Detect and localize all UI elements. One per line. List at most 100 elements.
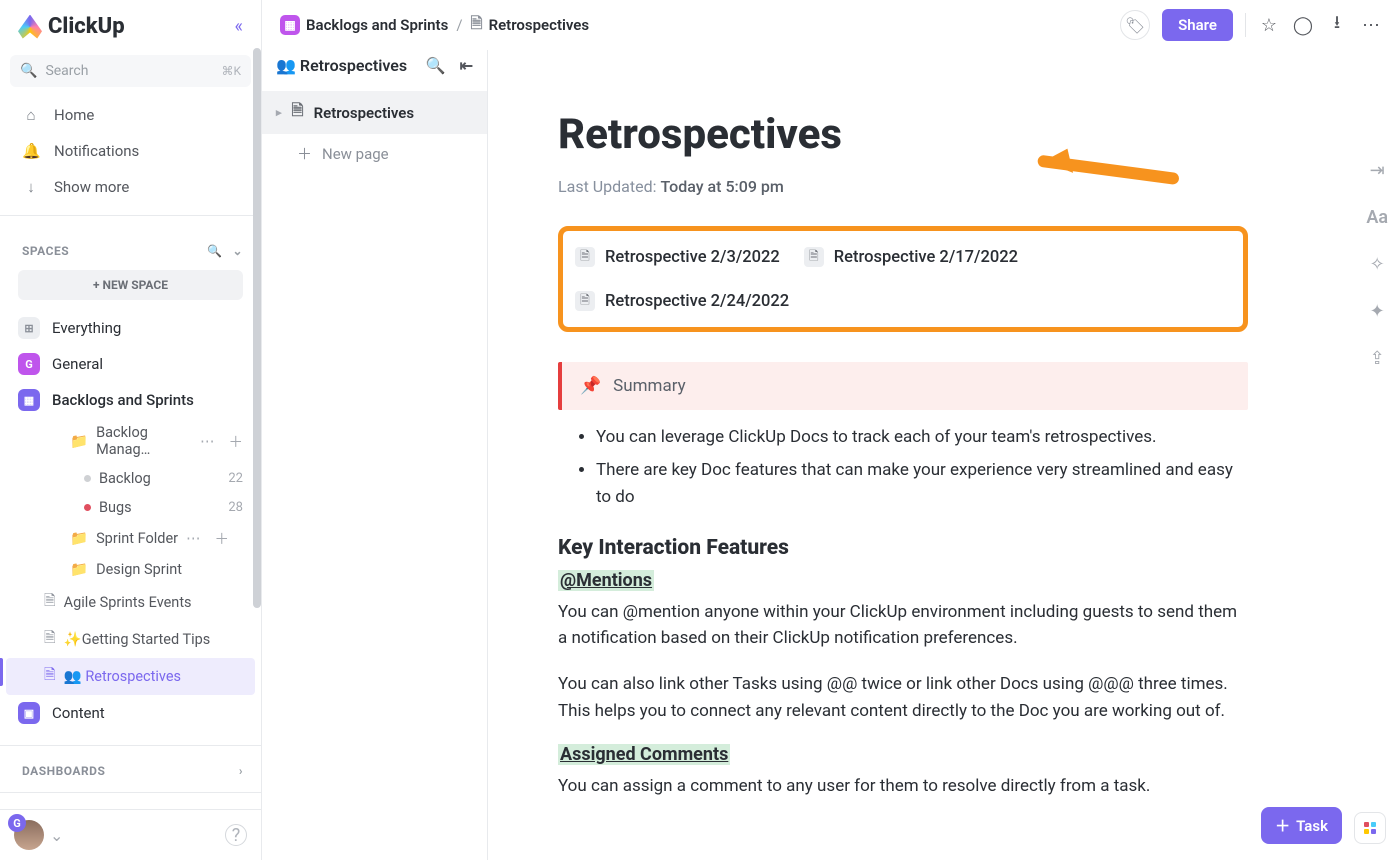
doc-icon: 🗎	[44, 590, 56, 615]
plus-icon: ＋	[297, 143, 312, 164]
breadcrumb-space[interactable]: ▦ Backlogs and Sprints	[280, 15, 448, 35]
tree-design-sprint[interactable]: 📁 Design Sprint	[46, 555, 255, 584]
collapse-sidebar-icon[interactable]: «	[235, 16, 243, 37]
comment-icon[interactable]: ◯	[1292, 15, 1314, 36]
folder-icon: 📁	[70, 433, 88, 450]
collapse-panel-icon[interactable]: ⇤	[460, 56, 473, 75]
breadcrumb: ▦ Backlogs and Sprints / 🗎 Retrospective…	[280, 13, 589, 38]
favorite-icon[interactable]: ☆	[1258, 15, 1280, 36]
topbar: ▦ Backlogs and Sprints / 🗎 Retrospective…	[262, 0, 1400, 50]
tree-backlog-label: Backlog	[99, 470, 151, 487]
nav-notifications[interactable]: 🔔 Notifications	[0, 133, 261, 169]
subpage-link[interactable]: 🗎 Retrospective 2/17/2022	[804, 247, 1018, 267]
last-updated-value: Today at 5:09 pm	[660, 177, 783, 196]
tree-bugs-label: Bugs	[99, 499, 132, 516]
docnav-new-page[interactable]: ＋ New page	[262, 134, 487, 173]
breadcrumb-space-label: Backlogs and Sprints	[306, 16, 448, 34]
breadcrumb-separator: /	[456, 16, 462, 34]
chevron-down-icon[interactable]: ⌄	[50, 826, 63, 845]
docnav-title: 👥 Retrospectives	[276, 56, 407, 75]
nav-show-more[interactable]: ↓ Show more	[0, 169, 261, 205]
docnav-new-label: New page	[322, 145, 389, 163]
more-icon[interactable]: ⋯	[186, 530, 201, 547]
section-heading: Key Interaction Features	[558, 536, 1248, 560]
status-dot-icon	[84, 475, 91, 482]
status-dot-icon	[84, 504, 91, 511]
chevron-down-icon[interactable]: ⌄	[232, 244, 243, 258]
plus-icon[interactable]: ＋	[215, 528, 230, 549]
tree-backlog[interactable]: Backlog 22	[46, 464, 255, 493]
breadcrumb-doc-label: Retrospectives	[489, 16, 590, 34]
doc-icon: 🗎	[471, 13, 483, 38]
sidebar-footer: G ⌄ ?	[0, 809, 261, 860]
tree-sprint-folder[interactable]: 📁 Sprint Folder ⋯ ＋	[46, 522, 255, 555]
more-icon[interactable]: ⋯	[1360, 15, 1382, 36]
brand-name: ClickUp	[48, 14, 125, 39]
paragraph: You can assign a comment to any user for…	[558, 773, 1248, 799]
tree-getting-started[interactable]: 🗎 ✨Getting Started Tips	[6, 621, 255, 658]
paragraph: You can @mention anyone within your Clic…	[558, 599, 1248, 652]
summary-bullets: You can leverage ClickUp Docs to track e…	[596, 424, 1248, 512]
doc-icon: 🗎	[575, 291, 595, 311]
tree-backlog-mgmt-label: Backlog Manag…	[96, 424, 192, 458]
left-sidebar: ClickUp « 🔍 Search ⌘K ⌂ Home 🔔 Notificat…	[0, 0, 262, 860]
spaces-header-label: SPACES	[22, 244, 69, 258]
subsection-assigned-comments: Assigned Comments	[558, 744, 730, 765]
docnav-page-retrospectives[interactable]: ▸ 🗎 Retrospectives	[262, 91, 487, 134]
help-icon[interactable]: ?	[225, 824, 247, 846]
tree-agile-events[interactable]: 🗎 Agile Sprints Events	[6, 584, 255, 621]
tree-sprint-label: Sprint Folder	[96, 530, 178, 547]
space-backlogs[interactable]: ▦ Backlogs and Sprints	[0, 382, 261, 418]
folder-icon: 📁	[70, 530, 88, 547]
space-everything[interactable]: ⊞ Everything	[0, 310, 261, 346]
search-input[interactable]: 🔍 Search ⌘K	[10, 55, 251, 87]
relationships-icon[interactable]: ✦	[1370, 301, 1385, 322]
tag-button[interactable]: 🏷	[1120, 10, 1150, 40]
dashboards-label: DASHBOARDS	[22, 764, 105, 778]
magic-icon[interactable]: ✧	[1370, 254, 1385, 275]
task-button-label: Task	[1296, 817, 1328, 835]
tree-bugs[interactable]: Bugs 28	[46, 493, 255, 522]
space-content-label: Content	[52, 704, 105, 722]
space-content-icon: ▣	[18, 702, 40, 724]
app-logo[interactable]: ClickUp	[18, 14, 125, 39]
bullet-item: You can leverage ClickUp Docs to track e…	[596, 424, 1248, 451]
chevron-right-icon: ›	[239, 764, 243, 778]
space-backlogs-label: Backlogs and Sprints	[52, 391, 194, 409]
space-general[interactable]: G General	[0, 346, 261, 382]
main-content: Retrospectives Last Updated: Today at 5:…	[488, 0, 1400, 860]
user-avatar[interactable]: G	[14, 820, 44, 850]
tag-icon: 🏷	[1125, 16, 1145, 35]
upload-icon[interactable]: ⇪	[1370, 348, 1385, 369]
nav-home[interactable]: ⌂ Home	[0, 97, 261, 133]
tree-backlog-management[interactable]: 📁 Backlog Manag… ⋯ ＋	[46, 418, 255, 464]
logo-mark-icon	[18, 15, 42, 39]
last-updated-label: Last Updated:	[558, 177, 656, 196]
arrow-down-icon: ↓	[22, 178, 40, 196]
plus-icon[interactable]: ＋	[229, 431, 244, 452]
space-general-icon: G	[18, 353, 40, 375]
new-task-button[interactable]: ＋ Task	[1261, 807, 1342, 844]
doc-right-rail: ⇥ Aa ✧ ✦ ⇪	[1366, 160, 1388, 369]
subpage-link[interactable]: 🗎 Retrospective 2/24/2022	[575, 291, 789, 311]
new-space-button[interactable]: + NEW SPACE	[18, 270, 243, 300]
typography-icon[interactable]: Aa	[1366, 207, 1388, 228]
subpage-label: Retrospective 2/17/2022	[834, 248, 1018, 267]
search-placeholder: Search	[45, 63, 88, 79]
search-spaces-icon[interactable]: 🔍	[207, 244, 222, 258]
doc-icon: 🗎	[292, 100, 304, 125]
tree-retrospectives[interactable]: 🗎 👥 Retrospectives	[6, 658, 255, 695]
more-icon[interactable]: ⋯	[200, 433, 215, 450]
breadcrumb-doc[interactable]: 🗎 Retrospectives	[471, 13, 590, 38]
nav-home-label: Home	[54, 106, 94, 124]
search-icon[interactable]: 🔍	[426, 56, 446, 75]
dashboards-header[interactable]: DASHBOARDS ›	[0, 746, 261, 786]
download-icon[interactable]: ⭳	[1326, 10, 1348, 40]
tree-getting-label: ✨Getting Started Tips	[64, 631, 211, 648]
paragraph: You can also link other Tasks using @@ t…	[558, 671, 1248, 724]
apps-button[interactable]	[1354, 812, 1386, 844]
share-button[interactable]: Share	[1162, 9, 1233, 41]
subpage-link[interactable]: 🗎 Retrospective 2/3/2022	[575, 247, 780, 267]
expand-icon[interactable]: ⇥	[1370, 160, 1385, 181]
space-content[interactable]: ▣ Content	[0, 695, 261, 731]
